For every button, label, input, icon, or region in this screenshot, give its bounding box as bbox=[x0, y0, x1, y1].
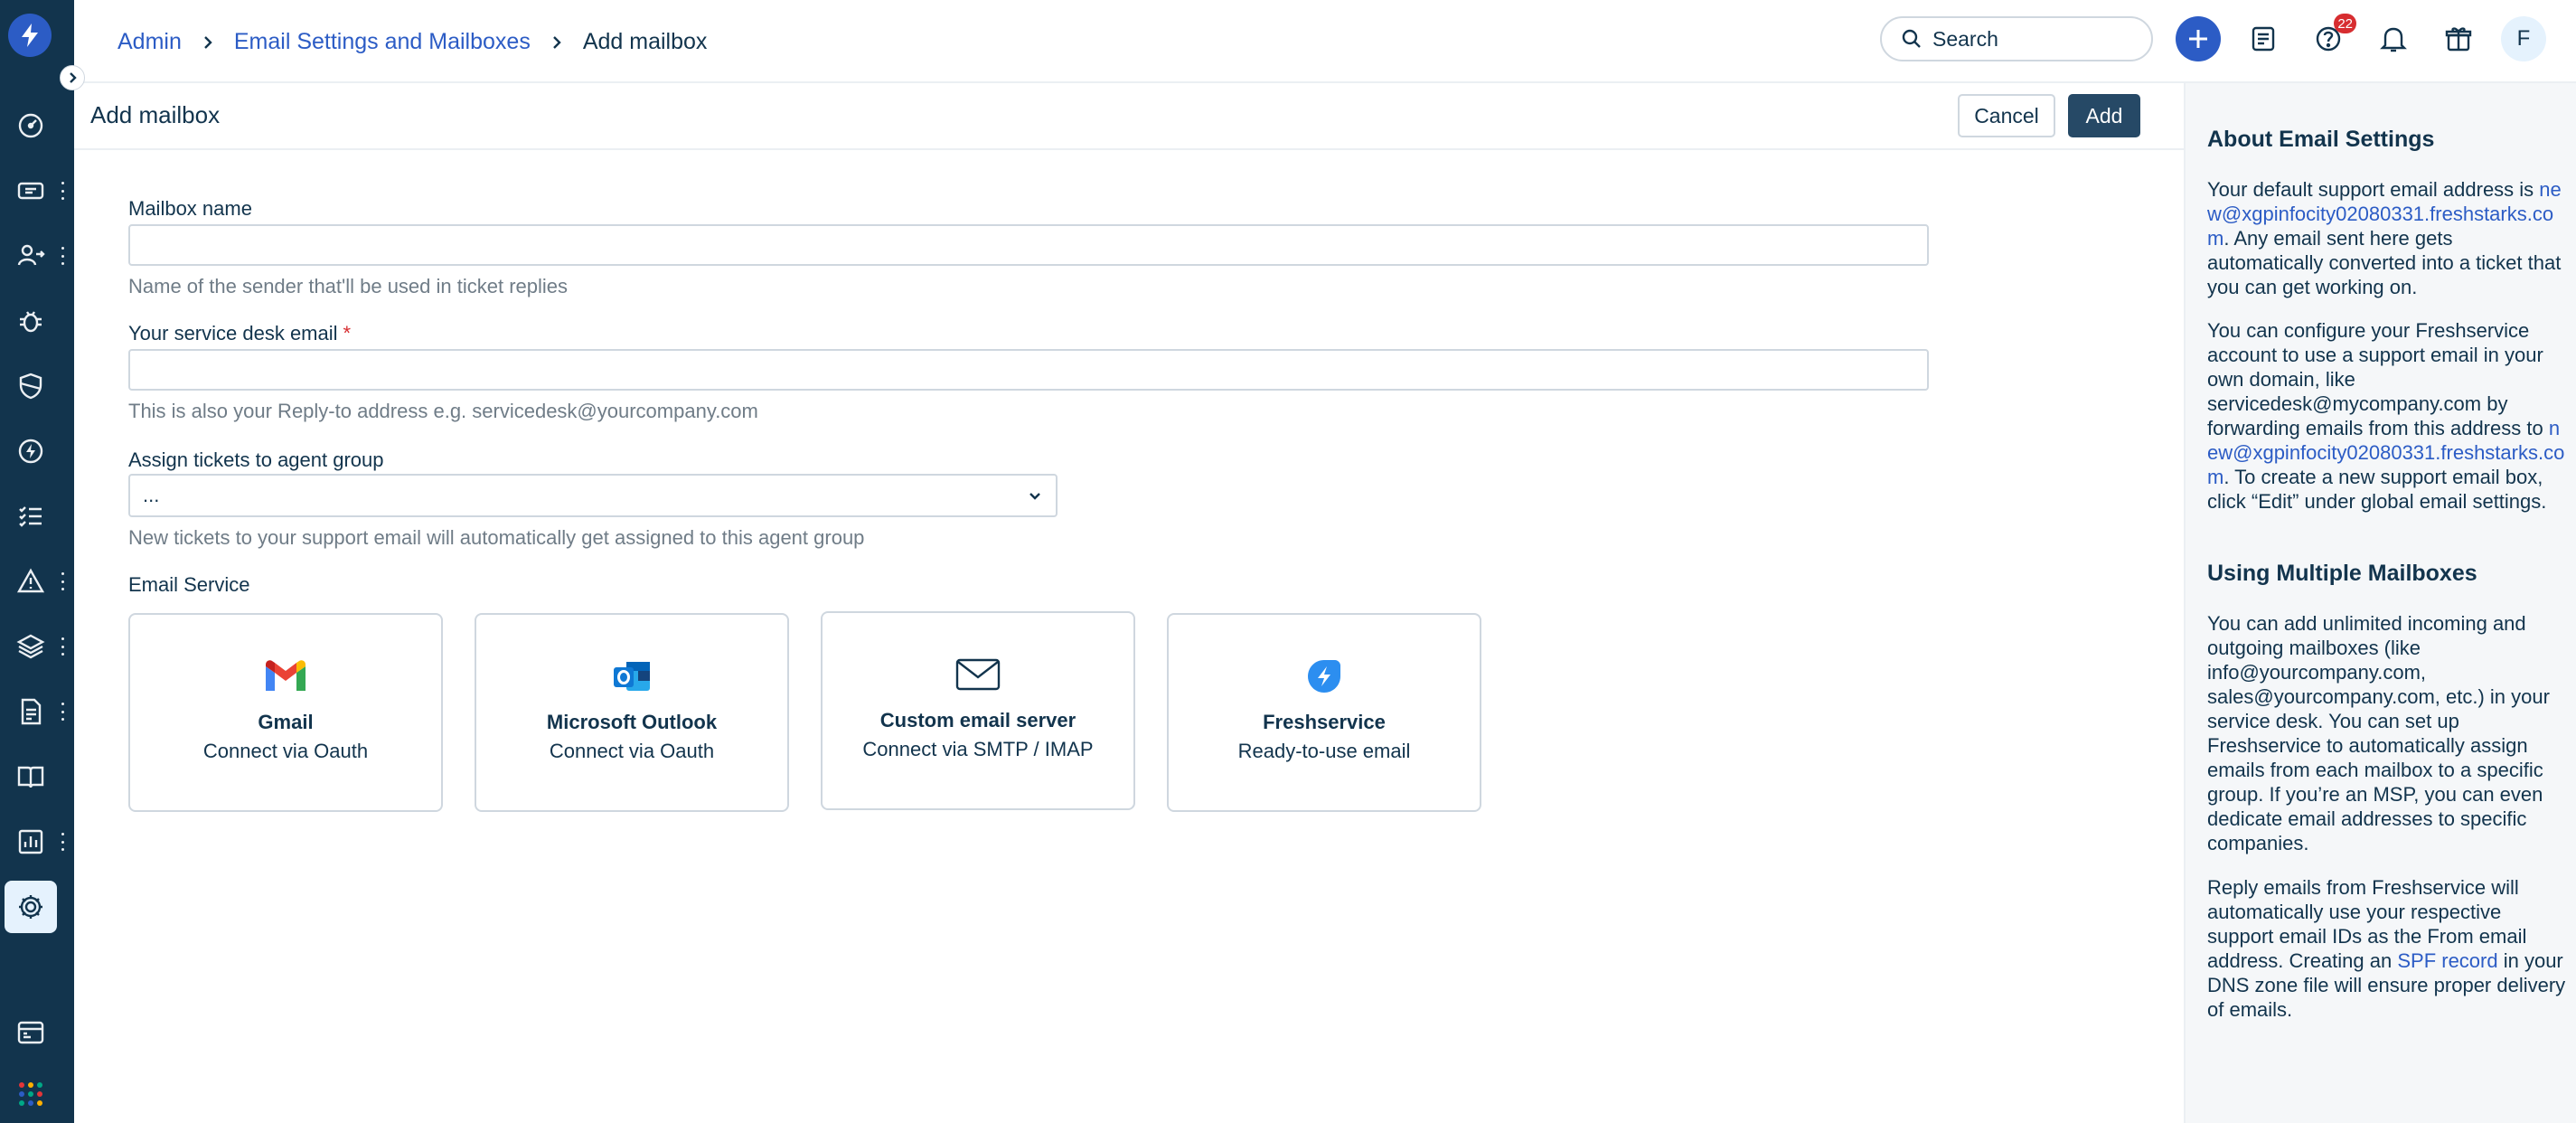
about-p1-text-a: Your default support email address is bbox=[2207, 178, 2540, 201]
about-email-settings-title: About Email Settings bbox=[2207, 127, 2435, 152]
chevron-down-icon bbox=[1029, 493, 1040, 500]
multiple-mailboxes-paragraph-2: Reply emails from Freshservice will auto… bbox=[2207, 875, 2569, 1022]
add-button[interactable]: Add bbox=[2068, 94, 2140, 137]
chevron-right-icon bbox=[202, 35, 214, 50]
freshservice-option-card[interactable]: Freshservice Ready-to-use email bbox=[1167, 613, 1481, 812]
service-email-input[interactable] bbox=[128, 349, 1929, 391]
email-service-label: Email Service bbox=[128, 573, 250, 596]
contracts-icon[interactable] bbox=[11, 692, 51, 731]
admin-gear-icon[interactable] bbox=[5, 881, 57, 933]
help-side-panel: About Email Settings Your default suppor… bbox=[2184, 83, 2576, 1123]
outlook-icon bbox=[612, 656, 652, 696]
outlook-option-card[interactable]: Microsoft Outlook Connect via Oauth bbox=[475, 613, 789, 812]
bug-icon[interactable] bbox=[11, 301, 51, 341]
envelope-icon bbox=[955, 655, 1001, 694]
solutions-book-icon[interactable] bbox=[11, 757, 51, 797]
search-input[interactable]: Search bbox=[1880, 16, 2153, 61]
contracts-more-icon[interactable] bbox=[58, 703, 67, 721]
agent-group-select[interactable]: ... bbox=[128, 474, 1058, 517]
reports-icon[interactable] bbox=[11, 822, 51, 862]
breadcrumb-current: Add mailbox bbox=[582, 29, 708, 54]
custom-server-option-sub: Connect via SMTP / IMAP bbox=[862, 738, 1094, 760]
about-p2-text-b: . To create a new support email box, cli… bbox=[2207, 466, 2547, 513]
breadcrumb-email-settings-link[interactable]: Email Settings and Mailboxes bbox=[234, 29, 531, 55]
users-more-icon[interactable] bbox=[58, 247, 67, 265]
mailbox-name-hint: Name of the sender that'll be used in ti… bbox=[128, 275, 569, 297]
freshservice-option-name: Freshservice bbox=[1263, 711, 1386, 733]
service-email-hint: This is also your Reply-to address e.g. … bbox=[128, 400, 758, 422]
spf-record-link[interactable]: SPF record bbox=[2397, 949, 2497, 972]
freshservice-option-sub: Ready-to-use email bbox=[1237, 740, 1411, 762]
requests-list-button[interactable] bbox=[2241, 16, 2286, 61]
gmail-option-sub: Connect via Oauth bbox=[202, 740, 369, 762]
help-button[interactable]: 22 bbox=[2306, 14, 2356, 61]
search-placeholder: Search bbox=[1932, 26, 1998, 51]
page-header: Add mailbox Cancel Add bbox=[74, 83, 2184, 150]
service-catalog-icon[interactable] bbox=[11, 1013, 51, 1052]
notification-count-badge: 22 bbox=[2334, 14, 2356, 33]
shield-icon[interactable] bbox=[11, 366, 51, 406]
about-p1-text-b: . Any email sent here gets automatically… bbox=[2207, 227, 2562, 298]
multiple-mailboxes-paragraph-1: You can add unlimited incoming and outgo… bbox=[2207, 612, 2550, 854]
document-list-icon bbox=[2252, 26, 2275, 52]
left-navigation bbox=[0, 0, 74, 1123]
gmail-option-card[interactable]: Gmail Connect via Oauth bbox=[128, 613, 443, 812]
reports-more-icon[interactable] bbox=[58, 833, 67, 851]
chevron-right-icon bbox=[70, 72, 77, 83]
plus-icon bbox=[2189, 30, 2207, 48]
layers-icon[interactable] bbox=[11, 627, 51, 666]
outlook-option-name: Microsoft Outlook bbox=[546, 711, 718, 733]
changes-bolt-icon[interactable] bbox=[11, 431, 51, 471]
problems-more-icon[interactable] bbox=[58, 572, 67, 590]
freshservice-logo-icon[interactable] bbox=[8, 14, 52, 57]
checklist-icon[interactable] bbox=[11, 496, 51, 536]
gmail-icon bbox=[262, 656, 309, 696]
gmail-option-name: Gmail bbox=[258, 711, 314, 733]
required-asterisk: * bbox=[343, 322, 352, 344]
marketplace-button[interactable] bbox=[2436, 16, 2481, 61]
custom-server-option-name: Custom email server bbox=[879, 709, 1076, 731]
about-p2-text-a: You can configure your Freshservice acco… bbox=[2207, 319, 2549, 439]
apps-grid-icon[interactable] bbox=[11, 1074, 51, 1114]
about-paragraph-2: You can configure your Freshservice acco… bbox=[2207, 318, 2569, 514]
warning-icon[interactable] bbox=[11, 562, 51, 601]
service-email-label: Your service desk email * bbox=[128, 322, 351, 345]
breadcrumb: Admin Email Settings and Mailboxes Add m… bbox=[118, 29, 707, 55]
agent-group-label: Assign tickets to agent group bbox=[128, 448, 384, 471]
avatar-initial: F bbox=[2516, 26, 2531, 51]
multiple-mailboxes-title: Using Multiple Mailboxes bbox=[2207, 561, 2477, 586]
mailbox-name-input[interactable] bbox=[128, 224, 1929, 266]
chevron-right-icon bbox=[550, 35, 563, 50]
page-title: Add mailbox bbox=[90, 101, 221, 128]
cancel-button[interactable]: Cancel bbox=[1958, 94, 2055, 137]
gift-box-icon bbox=[2445, 27, 2472, 52]
search-icon bbox=[1902, 29, 1921, 48]
user-switch-icon[interactable] bbox=[11, 236, 51, 276]
dashboard-icon[interactable] bbox=[11, 106, 51, 146]
main-content: Add mailbox Cancel Add Mailbox name Name… bbox=[74, 83, 2184, 1123]
mailbox-name-label: Mailbox name bbox=[128, 197, 252, 220]
tickets-icon[interactable] bbox=[11, 171, 51, 211]
expand-sidebar-button[interactable] bbox=[60, 65, 85, 90]
agent-group-hint: New tickets to your support email will a… bbox=[128, 526, 865, 549]
freshservice-icon bbox=[1306, 656, 1342, 696]
outlook-option-sub: Connect via Oauth bbox=[549, 740, 715, 762]
custom-server-option-card[interactable]: Custom email server Connect via SMTP / I… bbox=[821, 611, 1135, 810]
tickets-more-icon[interactable] bbox=[58, 182, 67, 200]
bell-icon bbox=[2380, 27, 2407, 52]
new-item-plus-button[interactable] bbox=[2176, 16, 2221, 61]
notifications-button[interactable] bbox=[2371, 16, 2416, 61]
user-avatar[interactable]: F bbox=[2501, 16, 2546, 61]
breadcrumb-admin-link[interactable]: Admin bbox=[118, 29, 182, 55]
about-paragraph-1: Your default support email address is ne… bbox=[2207, 177, 2569, 299]
service-email-label-text: Your service desk email bbox=[128, 322, 338, 344]
assets-more-icon[interactable] bbox=[58, 637, 67, 656]
agent-group-selected-value: ... bbox=[143, 484, 160, 506]
